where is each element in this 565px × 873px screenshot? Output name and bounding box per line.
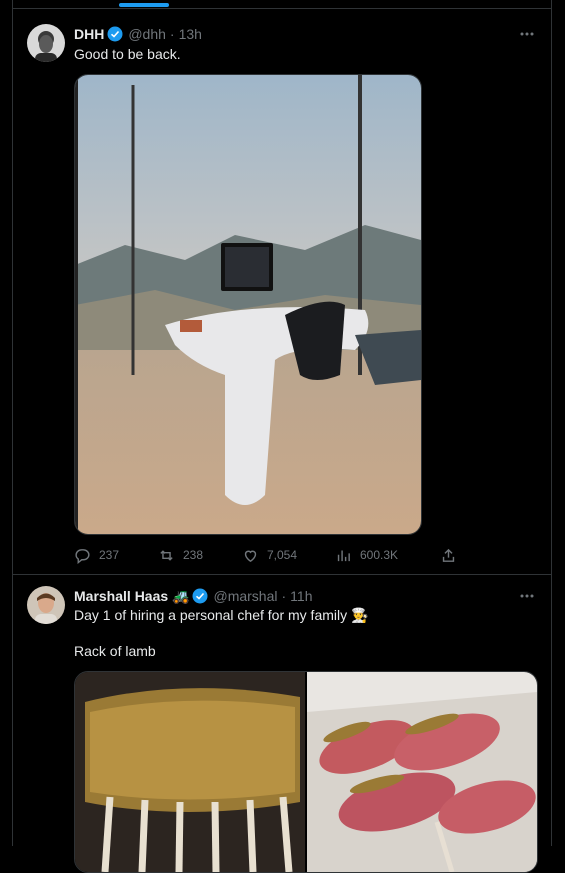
tweet-header: Marshall Haas 🚜 @marshal · 11h — [74, 586, 551, 606]
avatar[interactable] — [27, 24, 65, 62]
tweet-marshall[interactable]: Marshall Haas 🚜 @marshal · 11h Day 1 of … — [13, 576, 551, 873]
tweet-text-line-1: Day 1 of hiring a personal chef for my f… — [74, 607, 369, 623]
timeline: DHH @dhh · 13h Good to be back. 237 238 … — [12, 0, 552, 873]
tweet-text-line-2: Rack of lamb — [74, 643, 156, 659]
view-count: 600.3K — [360, 548, 399, 562]
separator-dot: · — [169, 26, 175, 42]
like-button[interactable]: 7,054 — [242, 544, 297, 566]
more-icon[interactable] — [517, 24, 537, 44]
author-name[interactable]: DHH — [74, 26, 104, 42]
tab-bar — [13, 0, 551, 9]
reply-count: 237 — [99, 548, 120, 562]
tweet-actions: 237 238 7,054 600.3K — [74, 544, 474, 566]
separator-dot: · — [281, 588, 287, 604]
reply-icon — [75, 548, 90, 564]
more-icon[interactable] — [517, 586, 537, 606]
active-tab-indicator — [119, 3, 169, 7]
author-name[interactable]: Marshall Haas 🚜 — [74, 588, 189, 605]
verified-badge-icon — [192, 588, 208, 604]
repost-icon — [160, 549, 173, 561]
tweet-text: Good to be back. — [74, 46, 181, 62]
verified-badge-icon — [107, 26, 123, 42]
tweet-time[interactable]: 13h — [179, 26, 202, 42]
avatar[interactable] — [27, 586, 65, 624]
tweet-header: DHH @dhh · 13h — [74, 24, 551, 44]
reply-button[interactable]: 237 — [74, 544, 119, 566]
views-button[interactable]: 600.3K — [335, 544, 398, 566]
like-icon — [244, 550, 257, 562]
tweet-photo-1[interactable] — [75, 672, 305, 872]
tweet-dhh[interactable]: DHH @dhh · 13h Good to be back. 237 238 … — [13, 14, 551, 575]
tweet-photo[interactable] — [74, 74, 422, 535]
tweet-photo-grid — [74, 671, 538, 873]
author-handle[interactable]: @marshal — [213, 588, 277, 604]
tweet-time[interactable]: 11h — [290, 588, 312, 604]
author-handle[interactable]: @dhh — [128, 26, 166, 42]
tweet-photo-2[interactable] — [307, 672, 537, 872]
share-button[interactable] — [440, 544, 465, 566]
share-icon — [442, 548, 455, 562]
like-count: 7,054 — [267, 548, 298, 562]
views-icon — [337, 550, 350, 561]
repost-button[interactable]: 238 — [158, 544, 203, 566]
repost-count: 238 — [183, 548, 204, 562]
